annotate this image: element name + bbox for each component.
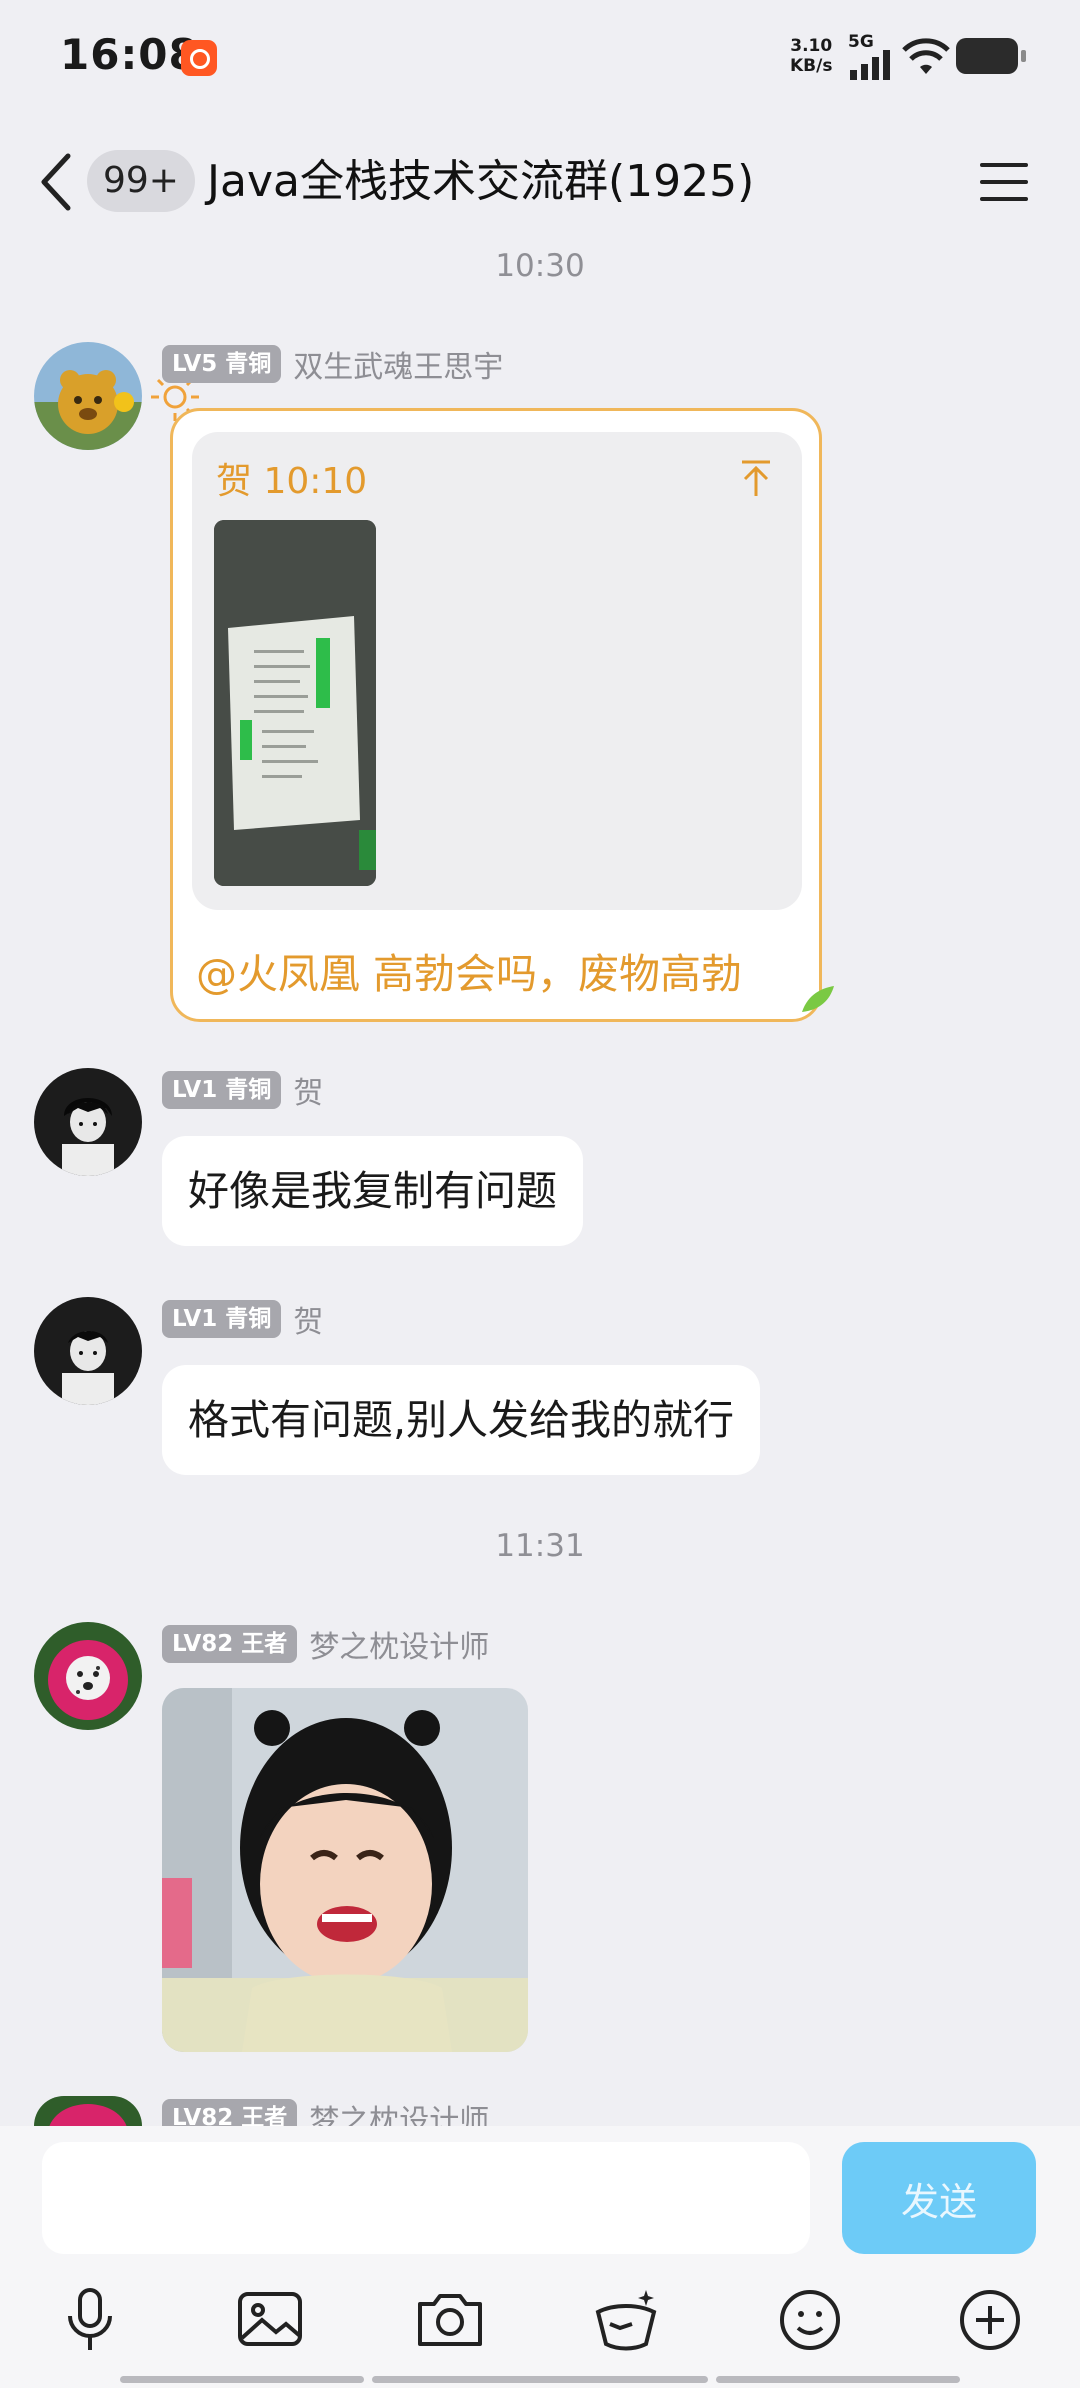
sender-info: LV82 王者 梦之枕设计师: [162, 1622, 489, 1666]
avatar[interactable]: [34, 1297, 142, 1405]
time-divider: 11:31: [495, 1528, 585, 1564]
message-bubble[interactable]: 格式有问题,别人发给我的就行: [162, 1365, 761, 1475]
sender-name[interactable]: 梦之枕设计师: [309, 1622, 489, 1666]
battery-icon: [956, 38, 1026, 74]
plus-icon[interactable]: [954, 2284, 1026, 2356]
sender-name[interactable]: 贺: [293, 1297, 323, 1341]
mic-icon[interactable]: [54, 2284, 126, 2356]
status-time: 16:08: [60, 30, 199, 79]
gesture-bar: [372, 2376, 708, 2383]
sender-info: LV1 青铜 贺: [162, 1068, 323, 1112]
image-message[interactable]: [162, 1688, 528, 2052]
gesture-bar: [716, 2376, 960, 2383]
sender-info: LV1 青铜 贺: [162, 1297, 323, 1341]
avatar[interactable]: [34, 2096, 142, 2126]
jump-to-quote-icon[interactable]: [738, 458, 774, 498]
message-text: @火凤凰 高勃会吗，废物高勃: [196, 950, 743, 998]
level-badge: LV1 青铜: [162, 1300, 282, 1338]
back-icon[interactable]: [36, 150, 76, 214]
level-badge: LV82 王者: [162, 2099, 298, 2126]
sender-info: LV5 青铜 双生武魂王思宇: [162, 342, 503, 386]
camera-icon[interactable]: [414, 2284, 486, 2356]
signal-icon: 5G: [848, 34, 892, 84]
sender-info-partial: LV82 王者 梦之枕设计师: [162, 2098, 489, 2126]
app-notification-icon: [181, 40, 217, 76]
level-badge: LV1 青铜: [162, 1071, 282, 1109]
send-button[interactable]: 发送: [842, 2142, 1036, 2254]
emoji-icon[interactable]: [774, 2284, 846, 2356]
network-speed-unit: KB/s: [790, 56, 833, 76]
sender-name[interactable]: 梦之枕设计师: [309, 2098, 489, 2126]
leaf-decoration-icon: [800, 984, 836, 1018]
time-divider: 10:30: [495, 248, 585, 284]
avatar[interactable]: [34, 1068, 142, 1176]
sender-name[interactable]: 贺: [293, 1068, 323, 1112]
network-speed-value: 3.10: [790, 36, 833, 56]
red-packet-icon[interactable]: [590, 2284, 662, 2356]
quote-meta: 贺 10:10: [216, 461, 368, 502]
message-bubble[interactable]: 好像是我复制有问题: [162, 1136, 583, 1246]
level-badge: LV82 王者: [162, 1625, 298, 1663]
unread-badge[interactable]: 99+: [87, 150, 195, 212]
network-type: 5G: [848, 32, 874, 52]
quoted-image-thumbnail[interactable]: [214, 520, 376, 886]
wifi-icon: [902, 38, 950, 80]
level-badge: LV5 青铜: [162, 345, 282, 383]
avatar[interactable]: [34, 1622, 142, 1730]
network-speed: 3.10 KB/s: [790, 36, 832, 76]
avatar[interactable]: [34, 342, 142, 450]
gesture-bar: [120, 2376, 364, 2383]
message-input[interactable]: [42, 2142, 810, 2254]
chat-title[interactable]: Java全栈技术交流群(1925): [207, 150, 754, 214]
sender-name[interactable]: 双生武魂王思宇: [293, 342, 503, 386]
menu-icon[interactable]: [978, 160, 1030, 204]
image-icon[interactable]: [234, 2284, 306, 2356]
